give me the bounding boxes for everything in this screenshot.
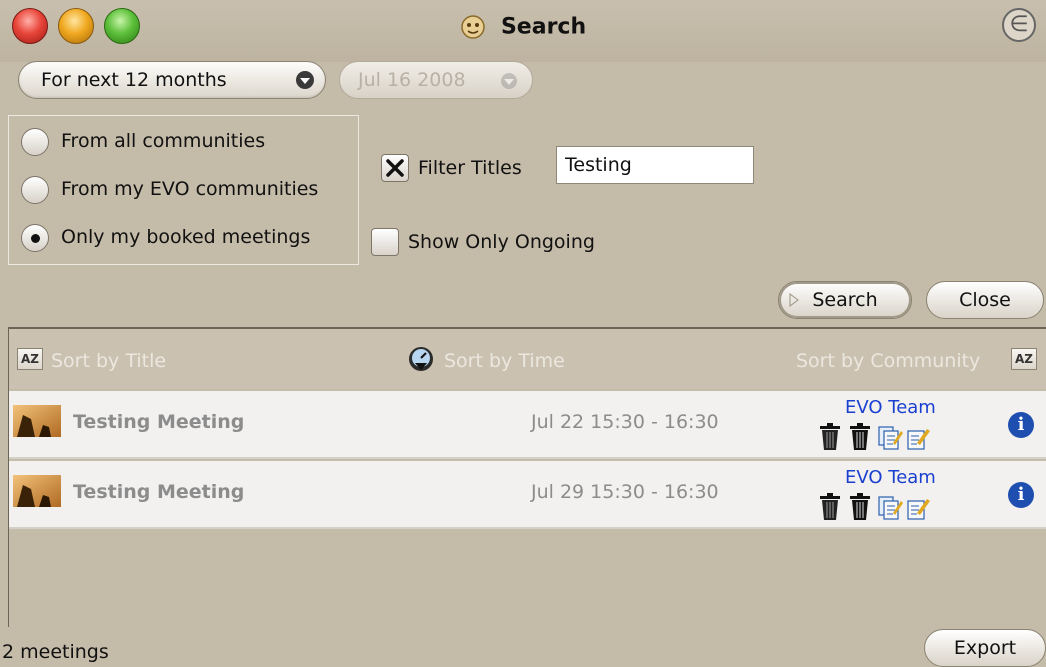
export-button[interactable]: Export	[924, 629, 1046, 667]
date-select[interactable]: Jul 16 2008	[339, 61, 533, 99]
radio-all-communities[interactable]: From all communities	[21, 128, 351, 158]
chevron-down-icon	[501, 73, 517, 89]
evo-app-icon	[461, 15, 485, 39]
meeting-thumbnail-icon	[13, 475, 61, 507]
meeting-community-link[interactable]: EVO Team	[845, 467, 936, 488]
community-scope-group: From all communities From my EVO communi…	[8, 115, 359, 265]
search-button-label: Search	[812, 289, 878, 311]
meeting-thumbnail-icon	[13, 405, 61, 437]
meeting-row[interactable]: Testing Meeting Jul 22 15:30 - 16:30 EVO…	[9, 391, 1046, 459]
trash-full-icon[interactable]	[817, 491, 843, 521]
meeting-row[interactable]: Testing Meeting Jul 29 15:30 - 16:30 EVO…	[9, 461, 1046, 529]
radio-my-evo-communities[interactable]: From my EVO communities	[21, 176, 351, 206]
close-button[interactable]: Close	[926, 281, 1044, 319]
window-title: Search	[500, 14, 587, 40]
show-only-ongoing-checkbox[interactable]	[371, 228, 399, 256]
sort-bar: AZ Sort by Title Sort by Time Sort by Co…	[9, 329, 1046, 389]
close-button-label: Close	[959, 289, 1011, 311]
info-icon[interactable]: i	[1008, 482, 1034, 508]
clock-sort-icon[interactable]	[407, 345, 435, 373]
play-triangle-icon	[789, 293, 799, 307]
meeting-time: Jul 22 15:30 - 16:30	[531, 411, 719, 433]
chevron-down-icon	[296, 71, 314, 89]
meeting-title: Testing Meeting	[73, 481, 245, 503]
copy-edit-icon[interactable]	[877, 491, 903, 521]
meeting-count: 2 meetings	[2, 641, 109, 663]
sort-by-title[interactable]: Sort by Title	[51, 350, 166, 372]
radio-my-booked-meetings[interactable]: Only my booked meetings	[21, 224, 351, 254]
show-only-ongoing-label: Show Only Ongoing	[408, 231, 595, 253]
radio-button[interactable]	[21, 176, 49, 204]
date-select-value: Jul 16 2008	[358, 69, 466, 91]
edit-icon[interactable]	[905, 421, 931, 451]
checkmark-x-icon	[386, 159, 404, 177]
filter-titles-checkbox[interactable]	[381, 154, 409, 182]
search-button[interactable]: Search	[778, 281, 912, 319]
trash-icon[interactable]	[847, 491, 873, 521]
evo-logo-icon[interactable]: ∈	[1002, 8, 1036, 42]
time-range-select[interactable]: For next 12 months	[18, 61, 326, 99]
trash-icon[interactable]	[847, 421, 873, 451]
radio-selected-dot	[31, 234, 40, 243]
filter-titles-input[interactable]	[556, 146, 754, 184]
filter-titles-label: Filter Titles	[418, 157, 522, 179]
radio-label: From all communities	[61, 130, 266, 152]
radio-label: From my EVO communities	[61, 178, 319, 200]
meeting-time: Jul 29 15:30 - 16:30	[531, 481, 719, 503]
meeting-community-link[interactable]: EVO Team	[845, 397, 936, 418]
radio-label: Only my booked meetings	[61, 226, 311, 248]
az-sort-icon[interactable]: AZ	[1011, 348, 1037, 370]
trash-full-icon[interactable]	[817, 421, 843, 451]
time-range-value: For next 12 months	[41, 69, 227, 91]
info-icon[interactable]: i	[1008, 412, 1034, 438]
az-sort-icon[interactable]: AZ	[17, 348, 43, 370]
copy-edit-icon[interactable]	[877, 421, 903, 451]
meeting-title: Testing Meeting	[73, 411, 245, 433]
sort-by-community[interactable]: Sort by Community	[796, 350, 980, 372]
title-bar: Search ∈	[0, 0, 1046, 62]
radio-button-selected[interactable]	[21, 224, 49, 252]
window-title-group: Search	[0, 14, 1046, 40]
export-button-label: Export	[953, 637, 1017, 659]
radio-button[interactable]	[21, 128, 49, 156]
results-panel: AZ Sort by Title Sort by Time Sort by Co…	[8, 327, 1046, 627]
edit-icon[interactable]	[905, 491, 931, 521]
sort-by-time[interactable]: Sort by Time	[444, 350, 565, 372]
